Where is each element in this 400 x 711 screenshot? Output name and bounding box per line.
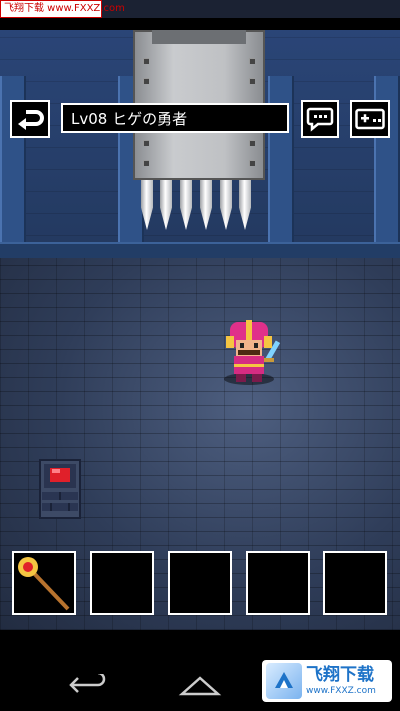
spike	[160, 180, 172, 230]
rivet	[249, 160, 255, 166]
nav-back-icon[interactable]	[68, 674, 110, 696]
watermark-top: 飞翔下载 www.FXXZ.com	[0, 0, 125, 18]
spike-row	[139, 180, 263, 232]
speech-bubble-icon	[306, 107, 334, 132]
wall-pillar	[268, 76, 294, 242]
hero-character[interactable]	[220, 318, 284, 388]
inventory-slot-3[interactable]	[168, 551, 232, 615]
rivet	[249, 58, 255, 64]
rivet	[143, 58, 149, 64]
controller-button[interactable]	[350, 100, 390, 138]
rivet	[249, 78, 255, 84]
watermark-title: 飞翔下载	[306, 664, 374, 685]
rivet	[143, 140, 149, 146]
crusher-mount	[152, 30, 246, 44]
spike	[180, 180, 192, 230]
spike	[220, 180, 232, 230]
watermark-url: www.FXXZ.com	[306, 685, 376, 696]
gamepad-icon	[355, 108, 385, 130]
wall-ledge	[0, 242, 400, 258]
rivet	[143, 160, 149, 166]
inventory-slot-5[interactable]	[323, 551, 387, 615]
inventory-slot-2[interactable]	[90, 551, 154, 615]
switch-pedestal[interactable]	[39, 459, 81, 519]
game-screen: 飞翔下载 www.FXXZ.com Lv08 ヒゲの勇者 飞翔下载 www.FX…	[0, 0, 400, 711]
spike	[141, 180, 153, 230]
rivet	[143, 78, 149, 84]
status-bar	[0, 18, 400, 30]
inventory-slot-1[interactable]	[12, 551, 76, 615]
inventory-slot-4[interactable]	[246, 551, 310, 615]
character-name: Lv08 ヒゲの勇者	[71, 109, 188, 128]
chat-button[interactable]	[301, 100, 339, 138]
spike	[200, 180, 212, 230]
spike	[239, 180, 251, 230]
nav-home-icon[interactable]	[178, 672, 222, 698]
magic-staff-icon	[18, 557, 70, 611]
character-name-box: Lv08 ヒゲの勇者	[61, 103, 289, 133]
watermark-badge: 飞翔下载 www.FXXZ.com	[262, 660, 392, 702]
back-button[interactable]	[10, 100, 50, 138]
return-arrow-icon	[18, 110, 44, 130]
watermark-logo-icon	[266, 663, 302, 699]
rivet	[249, 140, 255, 146]
